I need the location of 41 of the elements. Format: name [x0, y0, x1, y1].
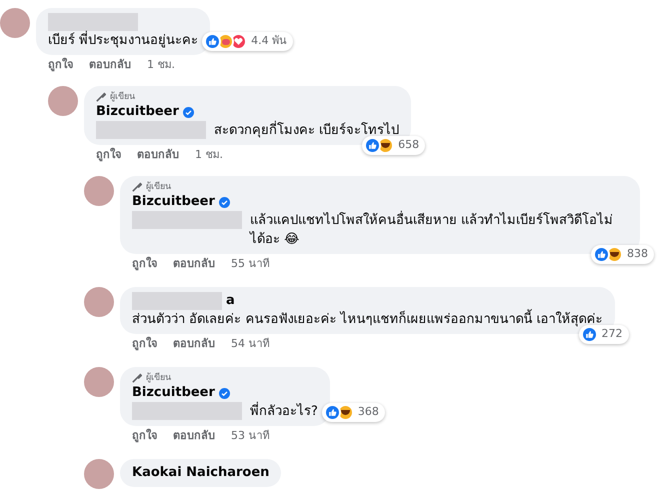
- avatar[interactable]: [84, 367, 114, 397]
- comment-action-link[interactable]: ตอบกลับ: [173, 336, 215, 351]
- comment-action-link[interactable]: ตอบกลับ: [173, 256, 215, 271]
- comment-time: 1 ชม.: [147, 57, 175, 72]
- author-role-label: ผู้เขียน: [146, 181, 171, 193]
- comment-action-link[interactable]: ตอบกลับ: [173, 428, 215, 443]
- reaction-count: 4.4 พัน: [251, 33, 288, 50]
- comment-action-link[interactable]: ถูกใจ: [132, 428, 157, 443]
- comment-action-link[interactable]: ถูกใจ: [132, 256, 157, 271]
- reaction-count: 838: [627, 246, 648, 262]
- avatar[interactable]: [84, 287, 114, 317]
- reaction-count: 272: [602, 326, 623, 342]
- reaction-count: 658: [398, 137, 420, 154]
- reaction-summary[interactable]: 838: [591, 245, 654, 264]
- comment-time: 55 นาที: [231, 256, 270, 271]
- author-name[interactable]: Bizcuitbeer: [96, 103, 179, 121]
- author-role-label: ผู้เขียน: [110, 91, 135, 103]
- reaction-count: 368: [358, 404, 379, 420]
- author-name[interactable]: Bizcuitbeer: [132, 384, 215, 402]
- author-name[interactable]: Kaokai Naicharoen: [132, 464, 270, 482]
- author-name[interactable]: Bizcuitbeer: [132, 193, 215, 211]
- comment-text: เบียร์ พี่ประชุมงานอยู่นะคะ: [48, 31, 198, 50]
- comment-time: 1 ชม.: [195, 147, 223, 162]
- author-role-label: ผู้เขียน: [146, 372, 171, 384]
- avatar[interactable]: [48, 86, 78, 116]
- reaction-summary[interactable]: 368: [322, 403, 385, 422]
- comment-time: 53 นาที: [231, 428, 270, 443]
- comment-action-link[interactable]: ถูกใจ: [96, 147, 121, 162]
- comment-text: พี่กลัวอะไร?: [250, 402, 318, 421]
- reaction-summary[interactable]: 4.4 พัน: [202, 32, 294, 51]
- avatar[interactable]: [0, 8, 30, 38]
- avatar[interactable]: [84, 176, 114, 206]
- author-name[interactable]: a: [226, 292, 235, 310]
- reaction-summary[interactable]: 658: [362, 136, 426, 155]
- comment-action-link[interactable]: ตอบกลับ: [89, 57, 131, 72]
- comment-action-link[interactable]: ถูกใจ: [48, 57, 73, 72]
- reaction-summary[interactable]: 272: [578, 325, 629, 344]
- avatar[interactable]: [84, 459, 114, 489]
- comment-action-link[interactable]: ตอบกลับ: [137, 147, 179, 162]
- comment-time: 54 นาที: [231, 336, 270, 351]
- comment-action-link[interactable]: ถูกใจ: [132, 336, 157, 351]
